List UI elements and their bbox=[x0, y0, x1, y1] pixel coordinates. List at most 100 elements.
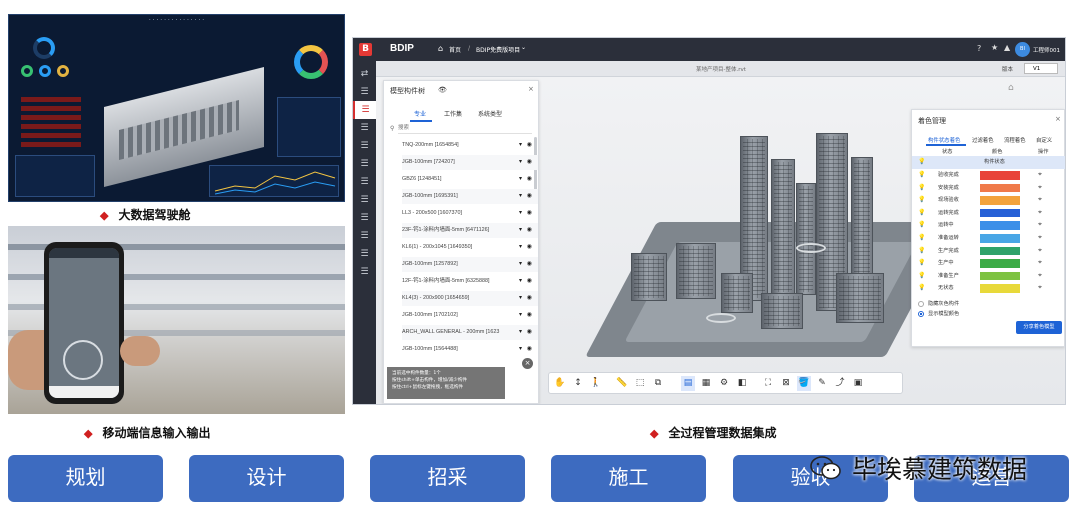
locate-target-icon[interactable]: ⌖ bbox=[1038, 232, 1042, 245]
color-status-row[interactable]: 💡 生产完成 ⌖ bbox=[912, 245, 1065, 258]
fit-view-icon[interactable]: ⛶ bbox=[761, 376, 775, 391]
color-swatch[interactable] bbox=[980, 208, 1020, 218]
eye-icon[interactable]: ◉ bbox=[527, 291, 532, 306]
pin-icon[interactable]: ▾ bbox=[519, 291, 522, 306]
tree-item[interactable]: JGB-100mm [1257892] ▾ ◉ bbox=[402, 257, 538, 272]
tree-item[interactable]: GBZ6 [1248451] ▾ ◉ bbox=[402, 172, 538, 187]
locate-target-icon[interactable]: ⌖ bbox=[1038, 219, 1042, 232]
pin-icon[interactable]: ▾ bbox=[519, 325, 522, 340]
bdip-logo-icon[interactable]: B bbox=[359, 43, 372, 56]
cube-icon[interactable]: ⧉ bbox=[651, 376, 665, 391]
sidebar-item-list-icon[interactable]: ☰ bbox=[353, 227, 376, 245]
tab-custom[interactable]: 自定义 bbox=[1036, 136, 1052, 144]
eye-icon[interactable]: 👁 bbox=[438, 86, 447, 94]
sidebar-item-list-icon[interactable]: ☰ bbox=[353, 263, 376, 281]
sidebar-item-list-icon[interactable]: ☰ bbox=[353, 137, 376, 155]
tree-item[interactable]: JGB-100mm [724207] ▾ ◉ bbox=[402, 155, 538, 170]
lightbulb-icon[interactable]: 💡 bbox=[918, 232, 925, 245]
color-swatch[interactable] bbox=[980, 284, 1020, 293]
pin-icon[interactable]: ▾ bbox=[519, 189, 522, 204]
color-swatch[interactable] bbox=[980, 246, 1020, 256]
locate-target-icon[interactable]: ⌖ bbox=[1038, 270, 1042, 283]
tab-system-type[interactable]: 系统类型 bbox=[478, 109, 502, 118]
breadcrumb-home[interactable]: 首页 bbox=[449, 45, 461, 54]
stage-procurement-button[interactable]: 招采 bbox=[370, 455, 525, 502]
pin-icon[interactable]: ▾ bbox=[519, 342, 522, 357]
eye-icon[interactable]: ◉ bbox=[527, 257, 532, 272]
stage-planning-button[interactable]: 规划 bbox=[8, 455, 163, 502]
sidebar-item-list-icon[interactable]: ☰ bbox=[353, 245, 376, 263]
version-select[interactable]: V1 bbox=[1024, 63, 1058, 74]
sidebar-item-list-icon[interactable]: ☰ bbox=[353, 209, 376, 227]
eye-icon[interactable]: ◉ bbox=[527, 308, 532, 323]
tree-item[interactable]: 12F-钙1-涂料内墙面-5mm [6325888] ▾ ◉ bbox=[402, 274, 538, 289]
color-status-row[interactable]: 💡 运转完成 ⌖ bbox=[912, 207, 1065, 220]
color-status-row[interactable]: 💡 生产中 ⌖ bbox=[912, 257, 1065, 270]
model-tree-icon[interactable]: ▤ bbox=[681, 376, 695, 391]
eye-icon[interactable]: ◉ bbox=[527, 240, 532, 255]
color-status-row[interactable]: 💡 现场验收 ⌖ bbox=[912, 194, 1065, 207]
sidebar-item-list-icon[interactable]: ☰ bbox=[353, 155, 376, 173]
lightbulb-icon[interactable]: 💡 bbox=[918, 257, 925, 270]
eye-icon[interactable]: ◉ bbox=[527, 172, 532, 187]
eye-icon[interactable]: ◉ bbox=[527, 155, 532, 170]
tree-item[interactable]: TNQ-200mm [1654854] ▾ ◉ bbox=[402, 138, 538, 153]
star-icon[interactable]: ★ bbox=[991, 43, 998, 52]
tab-workset[interactable]: 工作集 bbox=[444, 109, 462, 118]
pin-icon[interactable]: ▾ bbox=[519, 223, 522, 238]
tree-item[interactable]: KL4(3) - 200x900 [1654659] ▾ ◉ bbox=[402, 291, 538, 306]
stage-construction-button[interactable]: 施工 bbox=[551, 455, 706, 502]
eye-icon[interactable]: ◉ bbox=[527, 342, 532, 357]
tab-component-status[interactable]: 构件状态着色 bbox=[928, 136, 960, 144]
color-status-row[interactable]: 💡 验收完成 ⌖ bbox=[912, 169, 1065, 182]
measure-ruler-icon[interactable]: 📏 bbox=[615, 376, 629, 391]
eye-icon[interactable]: ◉ bbox=[527, 138, 532, 153]
pin-icon[interactable]: ▾ bbox=[519, 206, 522, 221]
close-icon[interactable]: × bbox=[1055, 115, 1061, 123]
lightbulb-icon[interactable]: 💡 bbox=[918, 219, 925, 232]
tab-filter-color[interactable]: 过滤着色 bbox=[972, 136, 994, 144]
close-hint-icon[interactable]: × bbox=[522, 358, 533, 369]
lightbulb-icon[interactable]: 💡 bbox=[918, 282, 925, 295]
crop-icon[interactable]: ⊠ bbox=[779, 376, 793, 391]
markup-icon[interactable]: ✎ bbox=[815, 376, 829, 391]
sidebar-item-list-icon[interactable]: ☰ bbox=[353, 191, 376, 209]
settings-icon[interactable]: ⚙ bbox=[717, 376, 731, 391]
pin-icon[interactable]: ▾ bbox=[519, 274, 522, 289]
sidebar-item-model-tree[interactable]: ☰ bbox=[353, 101, 376, 119]
sidebar-item-list-icon[interactable]: ☰ bbox=[353, 83, 376, 101]
sidebar-item-list-icon[interactable]: ☰ bbox=[353, 119, 376, 137]
show-color-radio[interactable] bbox=[918, 311, 924, 317]
pin-icon[interactable]: ▾ bbox=[519, 308, 522, 323]
lightbulb-icon[interactable]: 💡 bbox=[918, 245, 925, 258]
locate-target-icon[interactable]: ⌖ bbox=[1038, 169, 1042, 182]
share-icon[interactable]: ⤴ bbox=[833, 376, 847, 391]
walk-person-icon[interactable]: 🚶 bbox=[589, 376, 603, 391]
lightbulb-icon[interactable]: 💡 bbox=[918, 270, 925, 283]
tab-profession[interactable]: 专业 bbox=[414, 109, 426, 118]
hand-pan-icon[interactable]: ✋ bbox=[553, 376, 567, 391]
tab-flow-color[interactable]: 流程着色 bbox=[1004, 136, 1026, 144]
breadcrumb-project[interactable]: BDIP免费版项目 bbox=[476, 45, 520, 54]
properties-icon[interactable]: ▦ bbox=[699, 376, 713, 391]
tree-item[interactable]: 23F-钙1-涂料内墙面-5mm [6471126] ▾ ◉ bbox=[402, 223, 538, 238]
section-box-icon[interactable]: ⬚ bbox=[633, 376, 647, 391]
color-swatch[interactable] bbox=[980, 234, 1020, 243]
tree-item[interactable]: LL3 - 200x500 [1607370] ▾ ◉ bbox=[402, 206, 538, 221]
locate-target-icon[interactable]: ⌖ bbox=[1038, 282, 1042, 295]
locate-target-icon[interactable]: ⌖ bbox=[1038, 194, 1042, 207]
tree-item[interactable]: JGB-100mm [1695391] ▾ ◉ bbox=[402, 189, 538, 204]
viewcube-home-icon[interactable]: ⌂ bbox=[1008, 83, 1014, 93]
status-group-row[interactable]: 💡 构件状态 bbox=[912, 156, 1065, 169]
eye-icon[interactable]: ◉ bbox=[527, 206, 532, 221]
sidebar-toggle-icon[interactable]: ⇄ bbox=[353, 65, 376, 83]
tree-item[interactable]: ARCH_WALL GENERAL - 200mm [1623 ▾ ◉ bbox=[402, 325, 538, 340]
sidebar-item-list-icon[interactable]: ☰ bbox=[353, 173, 376, 191]
eye-icon[interactable]: ◉ bbox=[527, 274, 532, 289]
color-status-row[interactable]: 💡 安装完成 ⌖ bbox=[912, 182, 1065, 195]
close-icon[interactable]: × bbox=[528, 85, 534, 93]
color-swatch[interactable] bbox=[980, 259, 1020, 268]
pin-icon[interactable]: ▾ bbox=[519, 138, 522, 153]
hide-gray-checkbox[interactable] bbox=[918, 301, 924, 307]
stage-design-button[interactable]: 设计 bbox=[189, 455, 344, 502]
